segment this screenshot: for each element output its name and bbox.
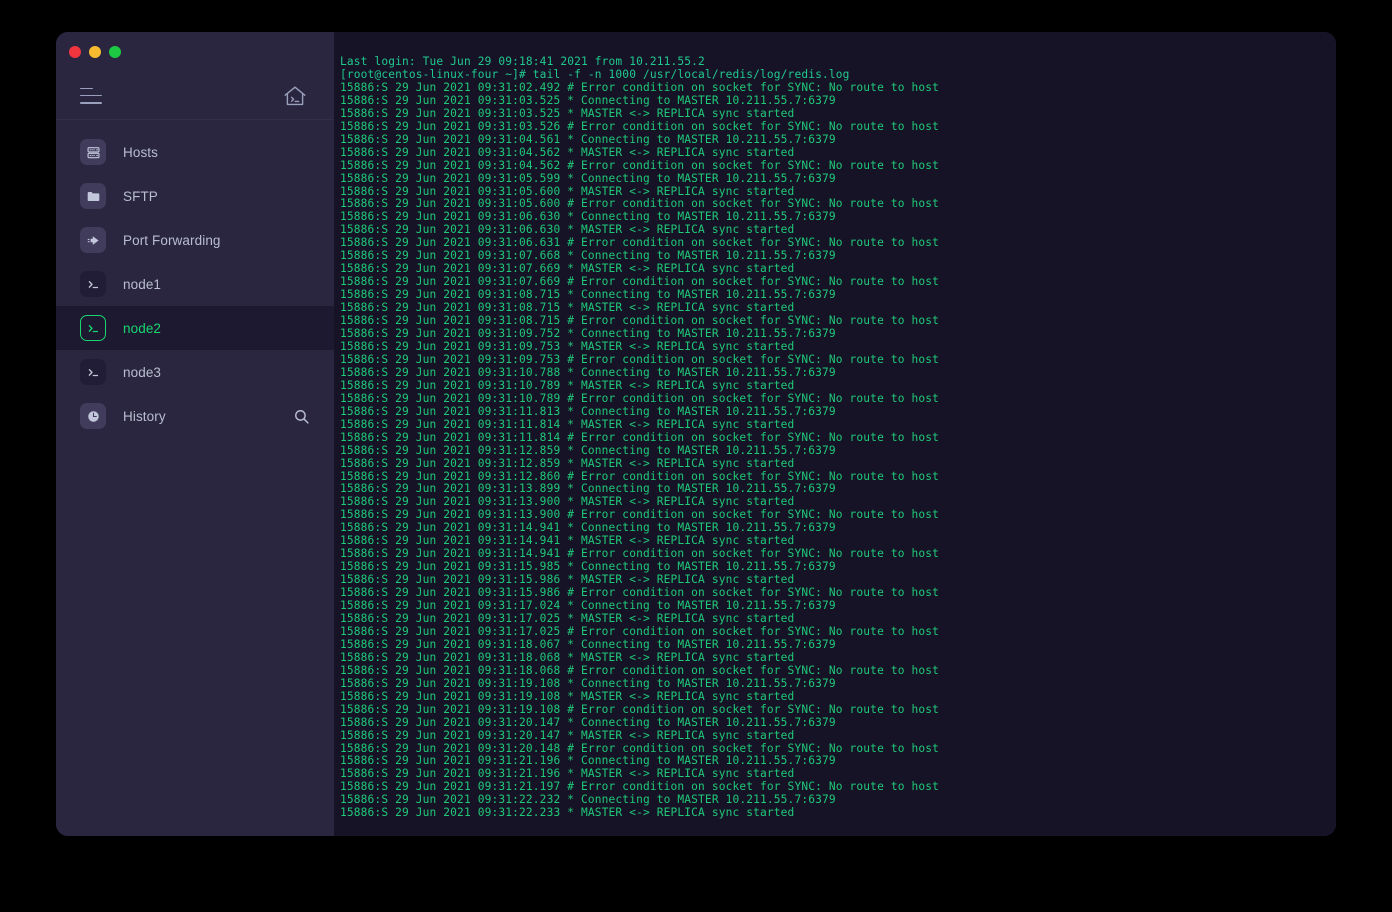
terminal-line: 15886:S 29 Jun 2021 09:31:10.788 * Conne…: [340, 365, 836, 379]
maximize-window-button[interactable]: [109, 46, 121, 58]
close-window-button[interactable]: [69, 46, 81, 58]
sidebar-item-sftp[interactable]: SFTP: [56, 174, 334, 218]
terminal-line: 15886:S 29 Jun 2021 09:31:03.526 # Error…: [340, 119, 940, 133]
sidebar-item-node3[interactable]: node3: [56, 350, 334, 394]
hamburger-menu-icon[interactable]: [80, 87, 102, 104]
terminal-line: 15886:S 29 Jun 2021 09:31:03.525 * MASTE…: [340, 106, 795, 120]
sidebar-item-label: SFTP: [123, 188, 158, 204]
terminal-icon: [80, 271, 106, 297]
terminal-line: 15886:S 29 Jun 2021 09:31:11.814 # Error…: [340, 430, 940, 444]
terminal-line: 15886:S 29 Jun 2021 09:31:19.108 * MASTE…: [340, 689, 795, 703]
sidebar-item-label: Hosts: [123, 144, 159, 160]
terminal-line: [root@centos-linux-four ~]# tail -f -n 1…: [340, 67, 850, 81]
sidebar-item-label: node2: [123, 320, 162, 336]
terminal-line: 15886:S 29 Jun 2021 09:31:20.147 * MASTE…: [340, 728, 795, 742]
terminal-line: 15886:S 29 Jun 2021 09:31:17.025 * MASTE…: [340, 611, 795, 625]
clock-icon: [80, 403, 106, 429]
sidebar-item-label: node1: [123, 276, 162, 292]
terminal-line: 15886:S 29 Jun 2021 09:31:04.562 # Error…: [340, 158, 940, 172]
forward-arrow-icon: [80, 227, 106, 253]
terminal-line: 15886:S 29 Jun 2021 09:31:19.108 * Conne…: [340, 676, 836, 690]
terminal-line: 15886:S 29 Jun 2021 09:31:11.814 * MASTE…: [340, 417, 795, 431]
sidebar-item-hosts[interactable]: Hosts: [56, 130, 334, 174]
sidebar-item-history[interactable]: History: [56, 394, 334, 438]
terminal-line: 15886:S 29 Jun 2021 09:31:18.067 * Conne…: [340, 637, 836, 651]
terminal-line: 15886:S 29 Jun 2021 09:31:10.789 * MASTE…: [340, 378, 795, 392]
terminal-pane[interactable]: Last login: Tue Jun 29 09:18:41 2021 fro…: [334, 32, 1336, 836]
sidebar-item-port-forwarding[interactable]: Port Forwarding: [56, 218, 334, 262]
sidebar-item-node1[interactable]: node1: [56, 262, 334, 306]
sidebar-item-label: node3: [123, 364, 162, 380]
terminal-line: 15886:S 29 Jun 2021 09:31:03.525 * Conne…: [340, 93, 836, 107]
terminal-line: 15886:S 29 Jun 2021 09:31:09.753 * MASTE…: [340, 339, 795, 353]
terminal-line: 15886:S 29 Jun 2021 09:31:09.753 # Error…: [340, 352, 940, 366]
window-traffic-lights: [56, 32, 334, 72]
terminal-line: 15886:S 29 Jun 2021 09:31:22.233 * MASTE…: [340, 806, 795, 820]
terminal-line: 15886:S 29 Jun 2021 09:31:17.025 # Error…: [340, 624, 940, 638]
minimize-window-button[interactable]: [89, 46, 101, 58]
terminal-line: 15886:S 29 Jun 2021 09:31:12.859 * MASTE…: [340, 456, 795, 470]
terminal-line: 15886:S 29 Jun 2021 09:31:11.813 * Conne…: [340, 404, 836, 418]
sidebar-item-list: Hosts SFTP Port Forwarding node1 node2 node3 H…: [56, 120, 334, 438]
terminal-line: 15886:S 29 Jun 2021 09:31:10.789 # Error…: [340, 391, 940, 405]
terminal-line: 15886:S 29 Jun 2021 09:31:02.492 # Error…: [340, 80, 940, 94]
search-icon[interactable]: [293, 408, 310, 425]
terminal-line: 15886:S 29 Jun 2021 09:31:12.859 * Conne…: [340, 443, 836, 457]
sidebar: Hosts SFTP Port Forwarding node1 node2 node3 H…: [56, 32, 334, 836]
terminal-line: 15886:S 29 Jun 2021 09:31:04.561 * Conne…: [340, 132, 836, 146]
terminal-line: 15886:S 29 Jun 2021 09:31:05.599 * Conne…: [340, 171, 836, 185]
sidebar-item-node2[interactable]: node2: [56, 306, 334, 350]
folder-icon: [80, 183, 106, 209]
home-terminal-icon[interactable]: [282, 84, 308, 108]
terminal-line: 15886:S 29 Jun 2021 09:31:18.068 * MASTE…: [340, 650, 795, 664]
terminal-line: 15886:S 29 Jun 2021 09:31:04.562 * MASTE…: [340, 145, 795, 159]
terminal-icon: [80, 359, 106, 385]
sidebar-toolbar: [56, 72, 334, 120]
terminal-line: Last login: Tue Jun 29 09:18:41 2021 fro…: [340, 55, 705, 68]
sidebar-item-label: Port Forwarding: [123, 232, 221, 248]
terminal-output: Last login: Tue Jun 29 09:18:41 2021 fro…: [340, 55, 1336, 820]
terminal-line: 15886:S 29 Jun 2021 09:31:20.147 * Conne…: [340, 715, 836, 729]
server-rack-icon: [80, 139, 106, 165]
terminal-line: 15886:S 29 Jun 2021 09:31:19.108 # Error…: [340, 702, 940, 716]
app-window: Hosts SFTP Port Forwarding node1 node2 node3 H…: [56, 32, 1336, 836]
terminal-icon: [80, 315, 106, 341]
terminal-line: 15886:S 29 Jun 2021 09:31:18.068 # Error…: [340, 663, 940, 677]
sidebar-item-label: History: [123, 408, 166, 424]
